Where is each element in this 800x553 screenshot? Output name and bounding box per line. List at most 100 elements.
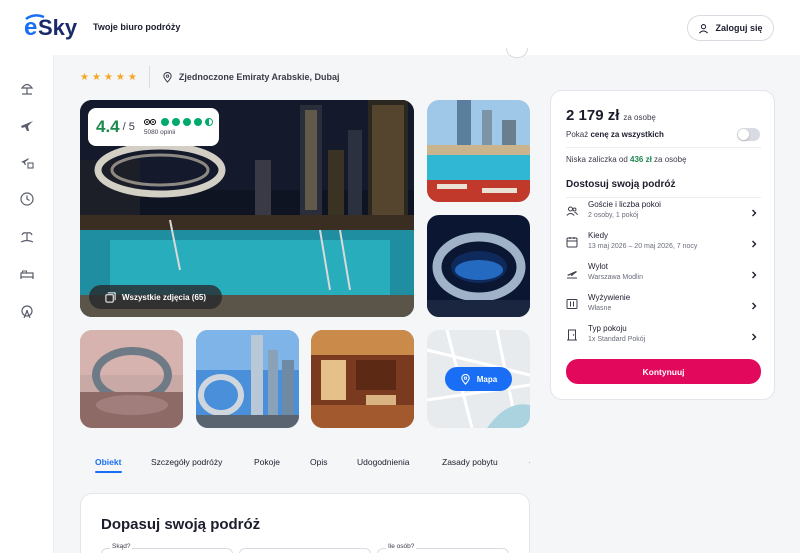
chevron-right-icon [749, 205, 759, 217]
rating-bubble [193, 118, 202, 126]
plane-hotel-icon[interactable] [19, 154, 35, 170]
gallery-photo[interactable] [427, 215, 530, 317]
star-icon: ★ [115, 71, 125, 83]
star-icon: ★ [103, 71, 113, 83]
clock-icon[interactable] [19, 191, 35, 207]
option-value: 13 maj 2026 – 20 maj 2026, 7 nocy [588, 243, 698, 250]
plane-icon[interactable] [19, 117, 35, 133]
tab-obiekt[interactable]: Obiekt [95, 457, 121, 467]
all-photos-button[interactable]: Wszystkie zdjęcia (65) [89, 285, 222, 309]
section-title: Dopasuj swoją podróż [101, 516, 261, 533]
guests-field[interactable]: Ile osób? [377, 543, 509, 553]
option-title: Wylot [588, 262, 608, 271]
user-icon [699, 23, 709, 33]
review-score-max: / 5 [122, 121, 135, 133]
booking-panel: 2 179 zł za osobę Pokaż cenę za wszystki… [550, 90, 775, 400]
option-title: Wyżywienie [588, 293, 631, 302]
price-block: 2 179 zł za osobę [566, 107, 656, 124]
show-all-bold: cenę za wszystkich [590, 130, 664, 139]
ferris-wheel-icon[interactable] [19, 304, 35, 320]
deposit-suffix: za osobę [651, 155, 687, 164]
plane-departure-icon [566, 266, 578, 279]
customize-trip-section: Dopasuj swoją podróż Skąd? Ile osób? [80, 493, 530, 553]
active-tab-underline [95, 471, 122, 473]
calendar-icon [566, 235, 578, 248]
chevron-right-icon [749, 267, 759, 279]
rating-bubble [171, 118, 180, 126]
section-tabs: Obiekt Szczegóły podróży Pokoje Opis Udo… [80, 450, 531, 476]
map-label: Mapa [476, 374, 498, 384]
option-value: 1x Standard Pokój [588, 336, 646, 343]
chevron-right-icon [749, 329, 759, 341]
option-title: Kiedy [588, 231, 609, 240]
divider [148, 66, 150, 88]
deposit-info: Niska zaliczka od 436 zł za osobę [566, 155, 687, 164]
option-value: Własne [588, 305, 612, 312]
login-button[interactable]: Zaloguj się [687, 15, 774, 41]
tripadvisor-rating: 5080 opinii [143, 118, 213, 136]
gallery-photo[interactable] [311, 330, 414, 428]
door-icon [566, 328, 578, 341]
review-score: 4.4 [96, 117, 120, 136]
beach-umbrella-icon[interactable] [19, 80, 35, 96]
rating-bubble [160, 118, 169, 126]
tagline: Twoje biuro podróży [93, 22, 181, 32]
cutlery-icon [566, 297, 578, 309]
top-header: e Sky Twoje biuro podróży Zaloguj się [0, 0, 800, 55]
esky-logo[interactable]: e Sky [24, 13, 86, 41]
gallery-photo[interactable] [196, 330, 299, 428]
gallery-photo[interactable] [80, 330, 183, 428]
customize-title: Dostosuj swoją podróż [566, 179, 676, 190]
departure-field[interactable]: Skąd? [101, 543, 233, 553]
divider [566, 147, 761, 148]
rating-bubble [182, 118, 191, 126]
sidebar [0, 55, 54, 553]
star-icon: ★ [80, 71, 89, 83]
tab-udogodnienia[interactable]: Udogodnienia [357, 457, 409, 467]
tab-opis[interactable]: Opis [310, 457, 327, 467]
hotel-location[interactable]: Zjednoczone Emiraty Arabskie, Dubaj [162, 71, 340, 83]
map-pin-icon [461, 373, 470, 385]
toggle-knob [738, 129, 749, 140]
price-unit: za osobę [623, 113, 656, 122]
option-value: Warszawa Modlin [588, 274, 643, 281]
opinion-count: 5080 opinii [143, 129, 176, 136]
hotel-stars: ★ ★ ★ ★ ★ [80, 72, 137, 83]
continue-button[interactable]: Kontynuuj [566, 359, 761, 384]
option-dates[interactable]: Kiedy 13 maj 2026 – 20 maj 2026, 7 nocy [566, 229, 761, 257]
date-field[interactable] [239, 548, 371, 553]
hotel-meta: ★ ★ ★ ★ ★ Zjednoczone Emiraty Arabskie, … [80, 66, 340, 88]
tab-zasady[interactable]: Zasady pobytu [442, 457, 498, 467]
option-departure[interactable]: Wylot Warszawa Modlin [566, 260, 761, 288]
map-button[interactable]: Mapa [445, 367, 512, 391]
chevron-right-icon [749, 236, 759, 248]
tripadvisor-owl-icon [143, 119, 156, 125]
review-score-card[interactable]: 4.4 / 5 5080 opinii [88, 108, 219, 146]
rating-bubble-half [204, 118, 213, 126]
option-guests[interactable]: Goście i liczba pokoi 2 osoby, 1 pokój [566, 198, 761, 226]
all-photos-label: Wszystkie zdjęcia (65) [121, 292, 207, 302]
total-price-toggle[interactable] [737, 128, 760, 141]
option-value: 2 osoby, 1 pokój [588, 212, 639, 219]
option-room-type[interactable]: Typ pokoju 1x Standard Pokój [566, 322, 761, 350]
price-value: 2 179 zł [566, 107, 620, 124]
bed-icon[interactable] [19, 266, 35, 282]
tab-szczegoly[interactable]: Szczegóły podróży [151, 457, 222, 467]
chevron-right-icon [749, 298, 759, 310]
option-title: Goście i liczba pokoi [588, 200, 661, 209]
deposit-amount: 436 zł [630, 155, 652, 164]
guests-label: Ile osób? [386, 543, 417, 550]
location-pin-icon [163, 71, 172, 83]
tab-pokoje[interactable]: Pokoje [254, 457, 280, 467]
login-label: Zaloguj się [715, 23, 763, 33]
scroll-handle[interactable] [506, 48, 528, 58]
option-title: Typ pokoju [588, 324, 627, 333]
island-icon[interactable] [19, 229, 35, 245]
gallery-icon [105, 291, 116, 303]
star-icon: ★ [127, 71, 137, 83]
deposit-prefix: Niska zaliczka od [566, 155, 631, 164]
gallery-photo[interactable] [427, 100, 530, 202]
guests-icon [566, 204, 578, 216]
option-meals[interactable]: Wyżywienie Własne [566, 291, 761, 319]
show-all-prefix: Pokaż [566, 130, 591, 139]
